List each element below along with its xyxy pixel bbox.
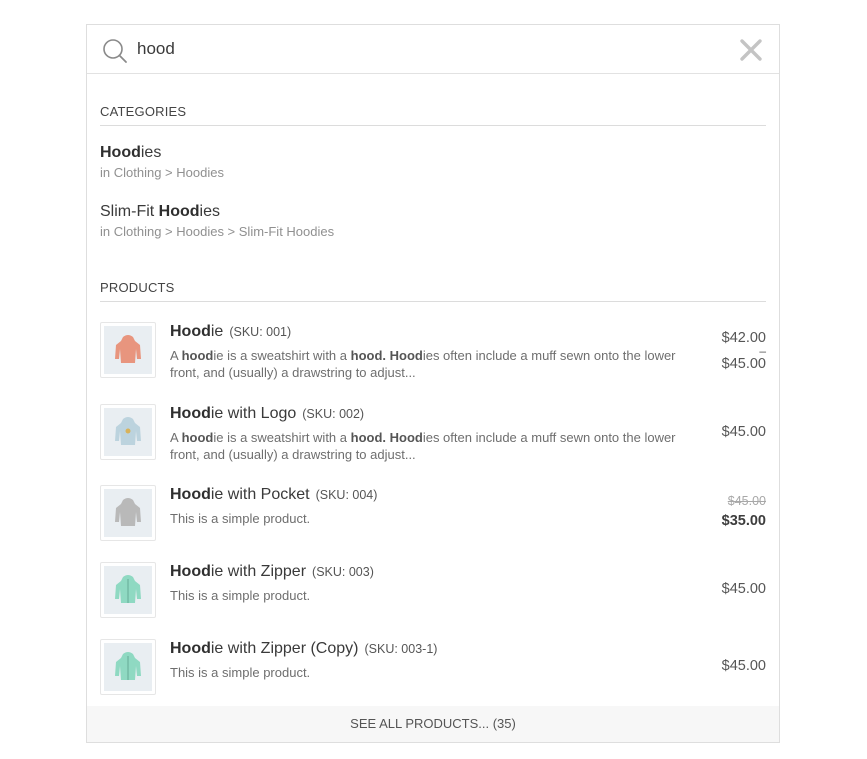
product-sku: (SKU: 002) (302, 407, 365, 421)
hoodie-image (115, 498, 141, 526)
product-item[interactable]: Hoodie with Zipper (SKU: 003) This is a s… (100, 562, 766, 622)
product-title: Hoodie with Logo (SKU: 002) (170, 405, 365, 422)
product-title: Hoodie with Pocket (SKU: 004) (170, 486, 378, 503)
category-path: in Clothing > Hoodies (100, 165, 224, 180)
search-icon (103, 39, 127, 63)
product-item[interactable]: Hoodie with Zipper (Copy) (SKU: 003-1) Th… (100, 639, 766, 699)
product-item[interactable]: Hoodie with Pocket (SKU: 004) This is a s… (100, 485, 766, 545)
regular-price: $45.00 (727, 494, 766, 508)
product-description: This is a simple product. (170, 665, 311, 680)
product-title: Hoodie with Zipper (Copy) (SKU: 003-1) (170, 640, 438, 657)
product-price-range: $42.00 – $45.00 (722, 328, 766, 374)
product-thumbnail (100, 404, 156, 460)
search-autocomplete-dropdown: CATEGORIES Hoodies in Clothing > Hoodies… (86, 24, 780, 743)
product-sku: (SKU: 004) (315, 488, 378, 502)
search-input[interactable] (137, 35, 697, 63)
category-item[interactable]: Slim-Fit Hoodies in Clothing > Hoodies >… (100, 202, 700, 241)
product-sku: (SKU: 003) (312, 565, 374, 579)
hoodie-image (115, 652, 141, 680)
sale-price: $35.00 (721, 513, 766, 529)
product-thumbnail (100, 485, 156, 541)
product-price: $45.00 (721, 658, 766, 674)
product-description: A hoodie is a sweatshirt with a hood. Ho… (170, 430, 676, 462)
product-price: $45.00 (721, 581, 766, 597)
product-description: A hoodie is a sweatshirt with a hood. Ho… (170, 348, 676, 380)
category-item[interactable]: Hoodies in Clothing > Hoodies (100, 143, 700, 182)
hoodie-image (115, 575, 141, 603)
see-all-products-link[interactable]: SEE ALL PRODUCTS... (35) (87, 706, 779, 742)
price-max: $45.00 (721, 356, 766, 372)
product-thumbnail (100, 562, 156, 618)
close-icon[interactable] (739, 38, 763, 62)
product-sku: (SKU: 003-1) (364, 642, 438, 656)
categories-heading: CATEGORIES (100, 104, 766, 126)
product-item[interactable]: Hoodie with Logo (SKU: 002) A hoodie is a… (100, 404, 766, 464)
hoodie-image (115, 335, 141, 363)
product-sku: (SKU: 001) (229, 325, 292, 339)
product-thumbnail (100, 639, 156, 695)
product-thumbnail (100, 322, 156, 378)
category-title: Hoodies (100, 144, 162, 161)
product-title: Hoodie with Zipper (SKU: 003) (170, 563, 374, 580)
product-title: Hoodie (SKU: 001) (170, 323, 292, 340)
hoodie-image (115, 417, 141, 445)
products-heading: PRODUCTS (100, 280, 766, 302)
product-price-sale: $45.00 $35.00 (722, 491, 766, 531)
search-bar (87, 25, 779, 74)
product-description: This is a simple product. (170, 511, 311, 526)
product-price: $45.00 (721, 424, 766, 440)
product-item[interactable]: Hoodie (SKU: 001) A hoodie is a sweatshir… (100, 322, 766, 382)
category-title: Slim-Fit Hoodies (100, 203, 220, 220)
product-description: This is a simple product. (170, 588, 311, 603)
category-path: in Clothing > Hoodies > Slim-Fit Hoodies (100, 224, 335, 239)
